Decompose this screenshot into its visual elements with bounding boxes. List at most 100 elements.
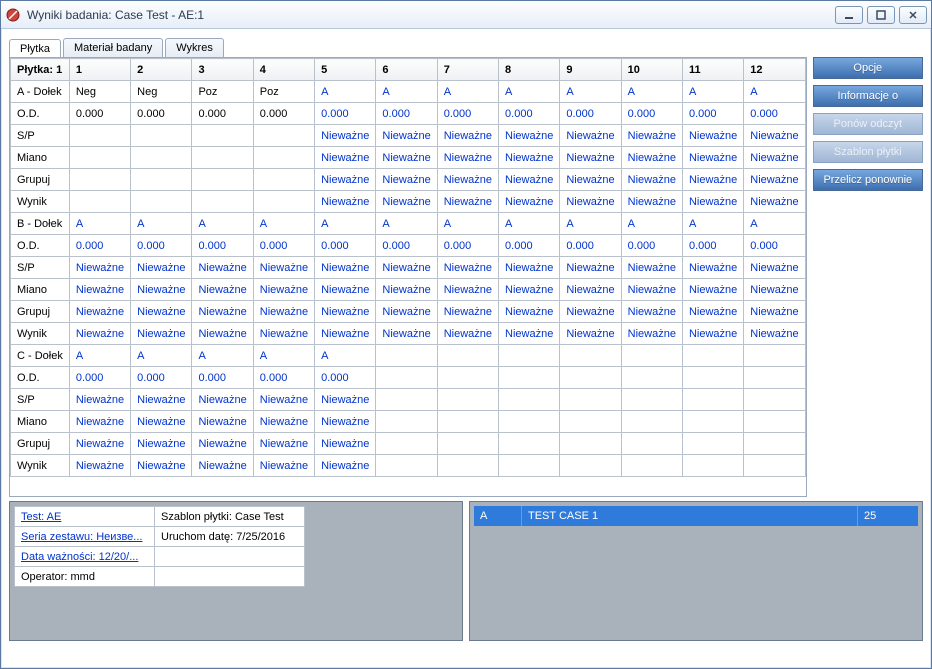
grid-cell[interactable] bbox=[131, 169, 192, 191]
grid-cell[interactable]: A bbox=[131, 213, 192, 235]
grid-cell[interactable]: Nieważne bbox=[315, 389, 376, 411]
grid-cell[interactable]: A bbox=[315, 81, 376, 103]
grid-cell[interactable]: Nieważne bbox=[560, 257, 621, 279]
grid-cell[interactable]: Nieważne bbox=[621, 147, 682, 169]
close-button[interactable] bbox=[899, 6, 927, 24]
grid-cell[interactable]: A bbox=[744, 213, 805, 235]
minimize-button[interactable] bbox=[835, 6, 863, 24]
grid-cell[interactable]: Poz bbox=[192, 81, 253, 103]
grid-cell[interactable]: Nieważne bbox=[315, 455, 376, 477]
grid-cell[interactable] bbox=[499, 345, 560, 367]
grid-cell[interactable]: A bbox=[499, 81, 560, 103]
grid-cell[interactable]: Nieważne bbox=[376, 301, 437, 323]
grid-cell[interactable]: Nieważne bbox=[437, 301, 498, 323]
grid-cell[interactable]: Nieważne bbox=[744, 147, 805, 169]
tab-wykres[interactable]: Wykres bbox=[165, 38, 224, 57]
grid-cell[interactable]: Nieważne bbox=[437, 125, 498, 147]
grid-cell[interactable]: Nieważne bbox=[621, 125, 682, 147]
grid-cell[interactable]: Nieważne bbox=[253, 279, 314, 301]
grid-cell[interactable]: Nieważne bbox=[437, 279, 498, 301]
grid-cell[interactable]: Nieważne bbox=[376, 147, 437, 169]
grid-cell[interactable]: Nieważne bbox=[560, 125, 621, 147]
grid-cell[interactable] bbox=[437, 433, 498, 455]
col-header[interactable]: 11 bbox=[682, 59, 743, 81]
grid-cell[interactable] bbox=[744, 411, 805, 433]
grid-cell[interactable] bbox=[682, 433, 743, 455]
grid-cell[interactable]: Nieważne bbox=[315, 433, 376, 455]
grid-cell[interactable]: Nieważne bbox=[437, 191, 498, 213]
grid-cell[interactable] bbox=[131, 191, 192, 213]
grid-cell[interactable]: Nieważne bbox=[253, 455, 314, 477]
grid-cell[interactable] bbox=[621, 367, 682, 389]
grid-cell[interactable]: 0.000 bbox=[560, 235, 621, 257]
grid-cell[interactable]: A bbox=[682, 81, 743, 103]
przelicz-button[interactable]: Przelicz ponownie bbox=[813, 169, 923, 191]
grid-cell[interactable] bbox=[621, 433, 682, 455]
grid-cell[interactable]: Nieważne bbox=[131, 257, 192, 279]
grid-cell[interactable]: Nieważne bbox=[682, 147, 743, 169]
grid-cell[interactable]: Nieważne bbox=[499, 169, 560, 191]
grid-cell[interactable]: 0.000 bbox=[253, 235, 314, 257]
grid-cell[interactable] bbox=[621, 345, 682, 367]
grid-cell[interactable]: Nieważne bbox=[499, 279, 560, 301]
grid-cell[interactable]: A bbox=[192, 213, 253, 235]
info-button[interactable]: Informacje o bbox=[813, 85, 923, 107]
grid-cell[interactable]: Nieważne bbox=[315, 411, 376, 433]
grid-cell[interactable]: Nieważne bbox=[315, 279, 376, 301]
grid-cell[interactable]: 0.000 bbox=[69, 235, 130, 257]
info-link[interactable]: Data ważności: 12/20/... bbox=[15, 547, 155, 567]
grid-cell[interactable] bbox=[682, 345, 743, 367]
grid-cell[interactable]: 0.000 bbox=[315, 103, 376, 125]
col-header[interactable]: 4 bbox=[253, 59, 314, 81]
grid-cell[interactable] bbox=[560, 433, 621, 455]
grid-cell[interactable]: Nieważne bbox=[744, 191, 805, 213]
grid-cell[interactable] bbox=[69, 125, 130, 147]
grid-cell[interactable]: Nieważne bbox=[560, 191, 621, 213]
grid-cell[interactable] bbox=[682, 411, 743, 433]
grid-cell[interactable] bbox=[437, 455, 498, 477]
grid-cell[interactable] bbox=[253, 191, 314, 213]
opcje-button[interactable]: Opcje bbox=[813, 57, 923, 79]
grid-cell[interactable] bbox=[499, 389, 560, 411]
grid-cell[interactable] bbox=[376, 345, 437, 367]
grid-cell[interactable]: A bbox=[621, 213, 682, 235]
grid-cell[interactable]: A bbox=[499, 213, 560, 235]
tab-materia-badany[interactable]: Materiał badany bbox=[63, 38, 163, 57]
grid-cell[interactable]: Nieważne bbox=[560, 323, 621, 345]
grid-cell[interactable]: Nieważne bbox=[744, 257, 805, 279]
grid-cell[interactable] bbox=[499, 433, 560, 455]
grid-cell[interactable]: 0.000 bbox=[192, 235, 253, 257]
grid-cell[interactable] bbox=[69, 147, 130, 169]
grid-cell[interactable] bbox=[499, 367, 560, 389]
grid-cell[interactable]: Nieważne bbox=[682, 301, 743, 323]
col-header[interactable]: 2 bbox=[131, 59, 192, 81]
grid-cell[interactable]: 0.000 bbox=[69, 103, 130, 125]
grid-cell[interactable]: Nieważne bbox=[192, 411, 253, 433]
grid-cell[interactable]: Poz bbox=[253, 81, 314, 103]
info-link[interactable]: Seria zestawu: Неизве... bbox=[15, 527, 155, 547]
grid-cell[interactable] bbox=[437, 367, 498, 389]
grid-cell[interactable]: 0.000 bbox=[621, 235, 682, 257]
grid-cell[interactable]: 0.000 bbox=[376, 235, 437, 257]
grid-cell[interactable] bbox=[744, 367, 805, 389]
grid-cell[interactable]: Nieważne bbox=[744, 301, 805, 323]
grid-cell[interactable]: Nieważne bbox=[682, 323, 743, 345]
grid-cell[interactable]: Nieważne bbox=[376, 279, 437, 301]
grid-cell[interactable]: A bbox=[437, 81, 498, 103]
grid-cell[interactable]: A bbox=[253, 213, 314, 235]
col-header[interactable]: 12 bbox=[744, 59, 805, 81]
grid-cell[interactable]: Nieważne bbox=[376, 323, 437, 345]
col-header[interactable]: 9 bbox=[560, 59, 621, 81]
grid-cell[interactable] bbox=[253, 169, 314, 191]
grid-cell[interactable]: Nieważne bbox=[315, 125, 376, 147]
grid-cell[interactable]: Nieważne bbox=[744, 169, 805, 191]
grid-cell[interactable] bbox=[192, 147, 253, 169]
grid-cell[interactable]: Nieważne bbox=[192, 257, 253, 279]
grid-cell[interactable]: 0.000 bbox=[621, 103, 682, 125]
grid-cell[interactable] bbox=[376, 433, 437, 455]
col-header[interactable]: 7 bbox=[437, 59, 498, 81]
grid-cell[interactable]: Nieważne bbox=[131, 301, 192, 323]
grid-cell[interactable] bbox=[560, 367, 621, 389]
grid-cell[interactable]: 0.000 bbox=[499, 103, 560, 125]
grid-cell[interactable]: Nieważne bbox=[69, 323, 130, 345]
